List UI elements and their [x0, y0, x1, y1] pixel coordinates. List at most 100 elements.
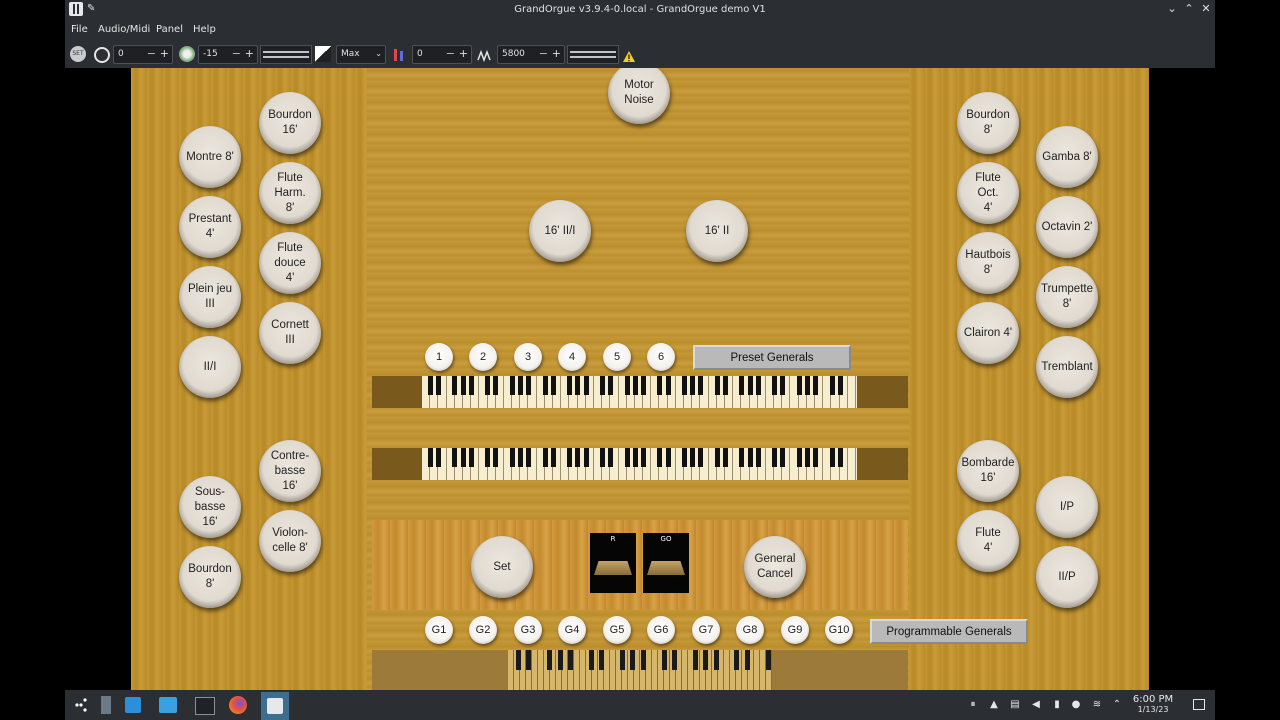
pedal-sharp-key[interactable]: [620, 650, 625, 670]
app-launcher-icon[interactable]: [73, 697, 89, 713]
black-key[interactable]: [665, 448, 671, 467]
pedal-sharp-key[interactable]: [692, 650, 698, 670]
preset-button-5[interactable]: 5: [603, 343, 631, 371]
black-key[interactable]: [468, 376, 474, 395]
stop-montre-8[interactable]: Montre 8': [179, 126, 241, 188]
black-key[interactable]: [632, 376, 638, 395]
pedal-sharp-key[interactable]: [547, 650, 553, 670]
black-key[interactable]: [583, 376, 589, 395]
black-key[interactable]: [526, 448, 532, 467]
minimize-button[interactable]: ⌄: [1165, 2, 1179, 16]
black-key[interactable]: [460, 376, 466, 395]
black-key[interactable]: [804, 376, 810, 395]
pedal-sharp-key[interactable]: [734, 650, 740, 670]
stop-bombarde-16[interactable]: Bombarde 16': [957, 440, 1019, 502]
pedal-sharp-key[interactable]: [599, 650, 605, 670]
general-button-g10[interactable]: G10: [825, 616, 853, 644]
black-key[interactable]: [690, 448, 696, 467]
black-key[interactable]: [526, 376, 532, 395]
general-button-g5[interactable]: G5: [603, 616, 631, 644]
preset-generals-button[interactable]: Preset Generals: [693, 345, 851, 370]
pitch-plus[interactable]: +: [552, 47, 561, 60]
black-key[interactable]: [657, 448, 663, 467]
black-key[interactable]: [681, 376, 687, 395]
black-key[interactable]: [624, 448, 630, 467]
black-key[interactable]: [698, 448, 704, 467]
stop-flute-douce-4[interactable]: Flute douce 4': [259, 232, 321, 294]
show-desktop-icon[interactable]: [1193, 699, 1205, 710]
black-key[interactable]: [772, 448, 778, 467]
black-key[interactable]: [632, 448, 638, 467]
black-key[interactable]: [739, 376, 745, 395]
black-key[interactable]: [608, 376, 614, 395]
stop-hautbois-8[interactable]: Hautbois 8': [957, 232, 1019, 294]
software-center-icon[interactable]: [125, 697, 141, 713]
black-key[interactable]: [452, 376, 458, 395]
black-key[interactable]: [468, 448, 474, 467]
firefox-icon[interactable]: [229, 696, 247, 714]
general-button-g6[interactable]: G6: [647, 616, 675, 644]
tuning-minus[interactable]: −: [446, 47, 455, 60]
black-key[interactable]: [722, 376, 728, 395]
preset-button-4[interactable]: 4: [558, 343, 586, 371]
black-key[interactable]: [837, 448, 843, 467]
tray-expand-icon[interactable]: ⌃: [1112, 700, 1122, 710]
swell-pedal-go[interactable]: GO: [643, 533, 689, 593]
black-key[interactable]: [698, 376, 704, 395]
black-key[interactable]: [599, 376, 605, 395]
pedal-sharp-key[interactable]: [640, 650, 646, 670]
black-key[interactable]: [567, 376, 573, 395]
black-key[interactable]: [690, 376, 696, 395]
updates-icon[interactable]: ▲: [989, 700, 999, 710]
set-button-combination[interactable]: Set: [471, 536, 533, 598]
coupler-ii-i[interactable]: II/I: [179, 336, 241, 398]
stop-pedal-flute-4[interactable]: Flute 4': [957, 510, 1019, 572]
black-key[interactable]: [829, 448, 835, 467]
preset-button-6[interactable]: 6: [647, 343, 675, 371]
black-key[interactable]: [681, 448, 687, 467]
black-key[interactable]: [640, 448, 646, 467]
black-key[interactable]: [517, 376, 523, 395]
volume-tray-icon[interactable]: ◀: [1031, 700, 1041, 710]
clock[interactable]: 6:00 PM 1/13/23: [1131, 695, 1175, 715]
stop-prestant-4[interactable]: Prestant 4': [179, 196, 241, 258]
black-key[interactable]: [575, 376, 581, 395]
black-key[interactable]: [427, 448, 433, 467]
black-key[interactable]: [599, 448, 605, 467]
stop-clairon-4[interactable]: Clairon 4': [957, 302, 1019, 364]
black-key[interactable]: [435, 448, 441, 467]
tuning-plus[interactable]: +: [459, 47, 468, 60]
black-key[interactable]: [796, 448, 802, 467]
pedal-sharp-key[interactable]: [703, 650, 709, 670]
general-button-g7[interactable]: G7: [692, 616, 720, 644]
menu-panel[interactable]: Panel: [156, 24, 183, 35]
black-key[interactable]: [837, 376, 843, 395]
black-key[interactable]: [485, 376, 491, 395]
black-key[interactable]: [517, 448, 523, 467]
stop-violoncelle-8[interactable]: Violon- celle 8': [259, 510, 321, 572]
manual-i-keys[interactable]: [422, 448, 857, 480]
black-key[interactable]: [452, 448, 458, 467]
general-button-g2[interactable]: G2: [469, 616, 497, 644]
black-key[interactable]: [829, 376, 835, 395]
black-key[interactable]: [796, 376, 802, 395]
transpose-plus[interactable]: +: [160, 47, 169, 60]
general-button-g9[interactable]: G9: [781, 616, 809, 644]
black-key[interactable]: [493, 376, 499, 395]
pedal-sharp-key[interactable]: [672, 650, 677, 670]
polyphony-select[interactable]: Max ⌄: [336, 45, 386, 64]
set-button[interactable]: SET: [70, 46, 86, 62]
black-key[interactable]: [493, 448, 499, 467]
usb-device-icon[interactable]: ▮: [1052, 700, 1062, 710]
tuning-spinner[interactable]: 0 − +: [412, 45, 472, 64]
general-button-g8[interactable]: G8: [736, 616, 764, 644]
close-button[interactable]: ✕: [1199, 2, 1213, 16]
black-key[interactable]: [813, 448, 819, 467]
black-key[interactable]: [714, 448, 720, 467]
file-manager-icon[interactable]: [159, 697, 177, 713]
pedal-sharp-key[interactable]: [588, 650, 594, 670]
stop-sousbasse-16[interactable]: Sous- basse 16': [179, 476, 241, 538]
pedal-sharp-key[interactable]: [568, 650, 573, 670]
programmable-generals-button[interactable]: Programmable Generals: [870, 619, 1028, 644]
preset-button-3[interactable]: 3: [514, 343, 542, 371]
